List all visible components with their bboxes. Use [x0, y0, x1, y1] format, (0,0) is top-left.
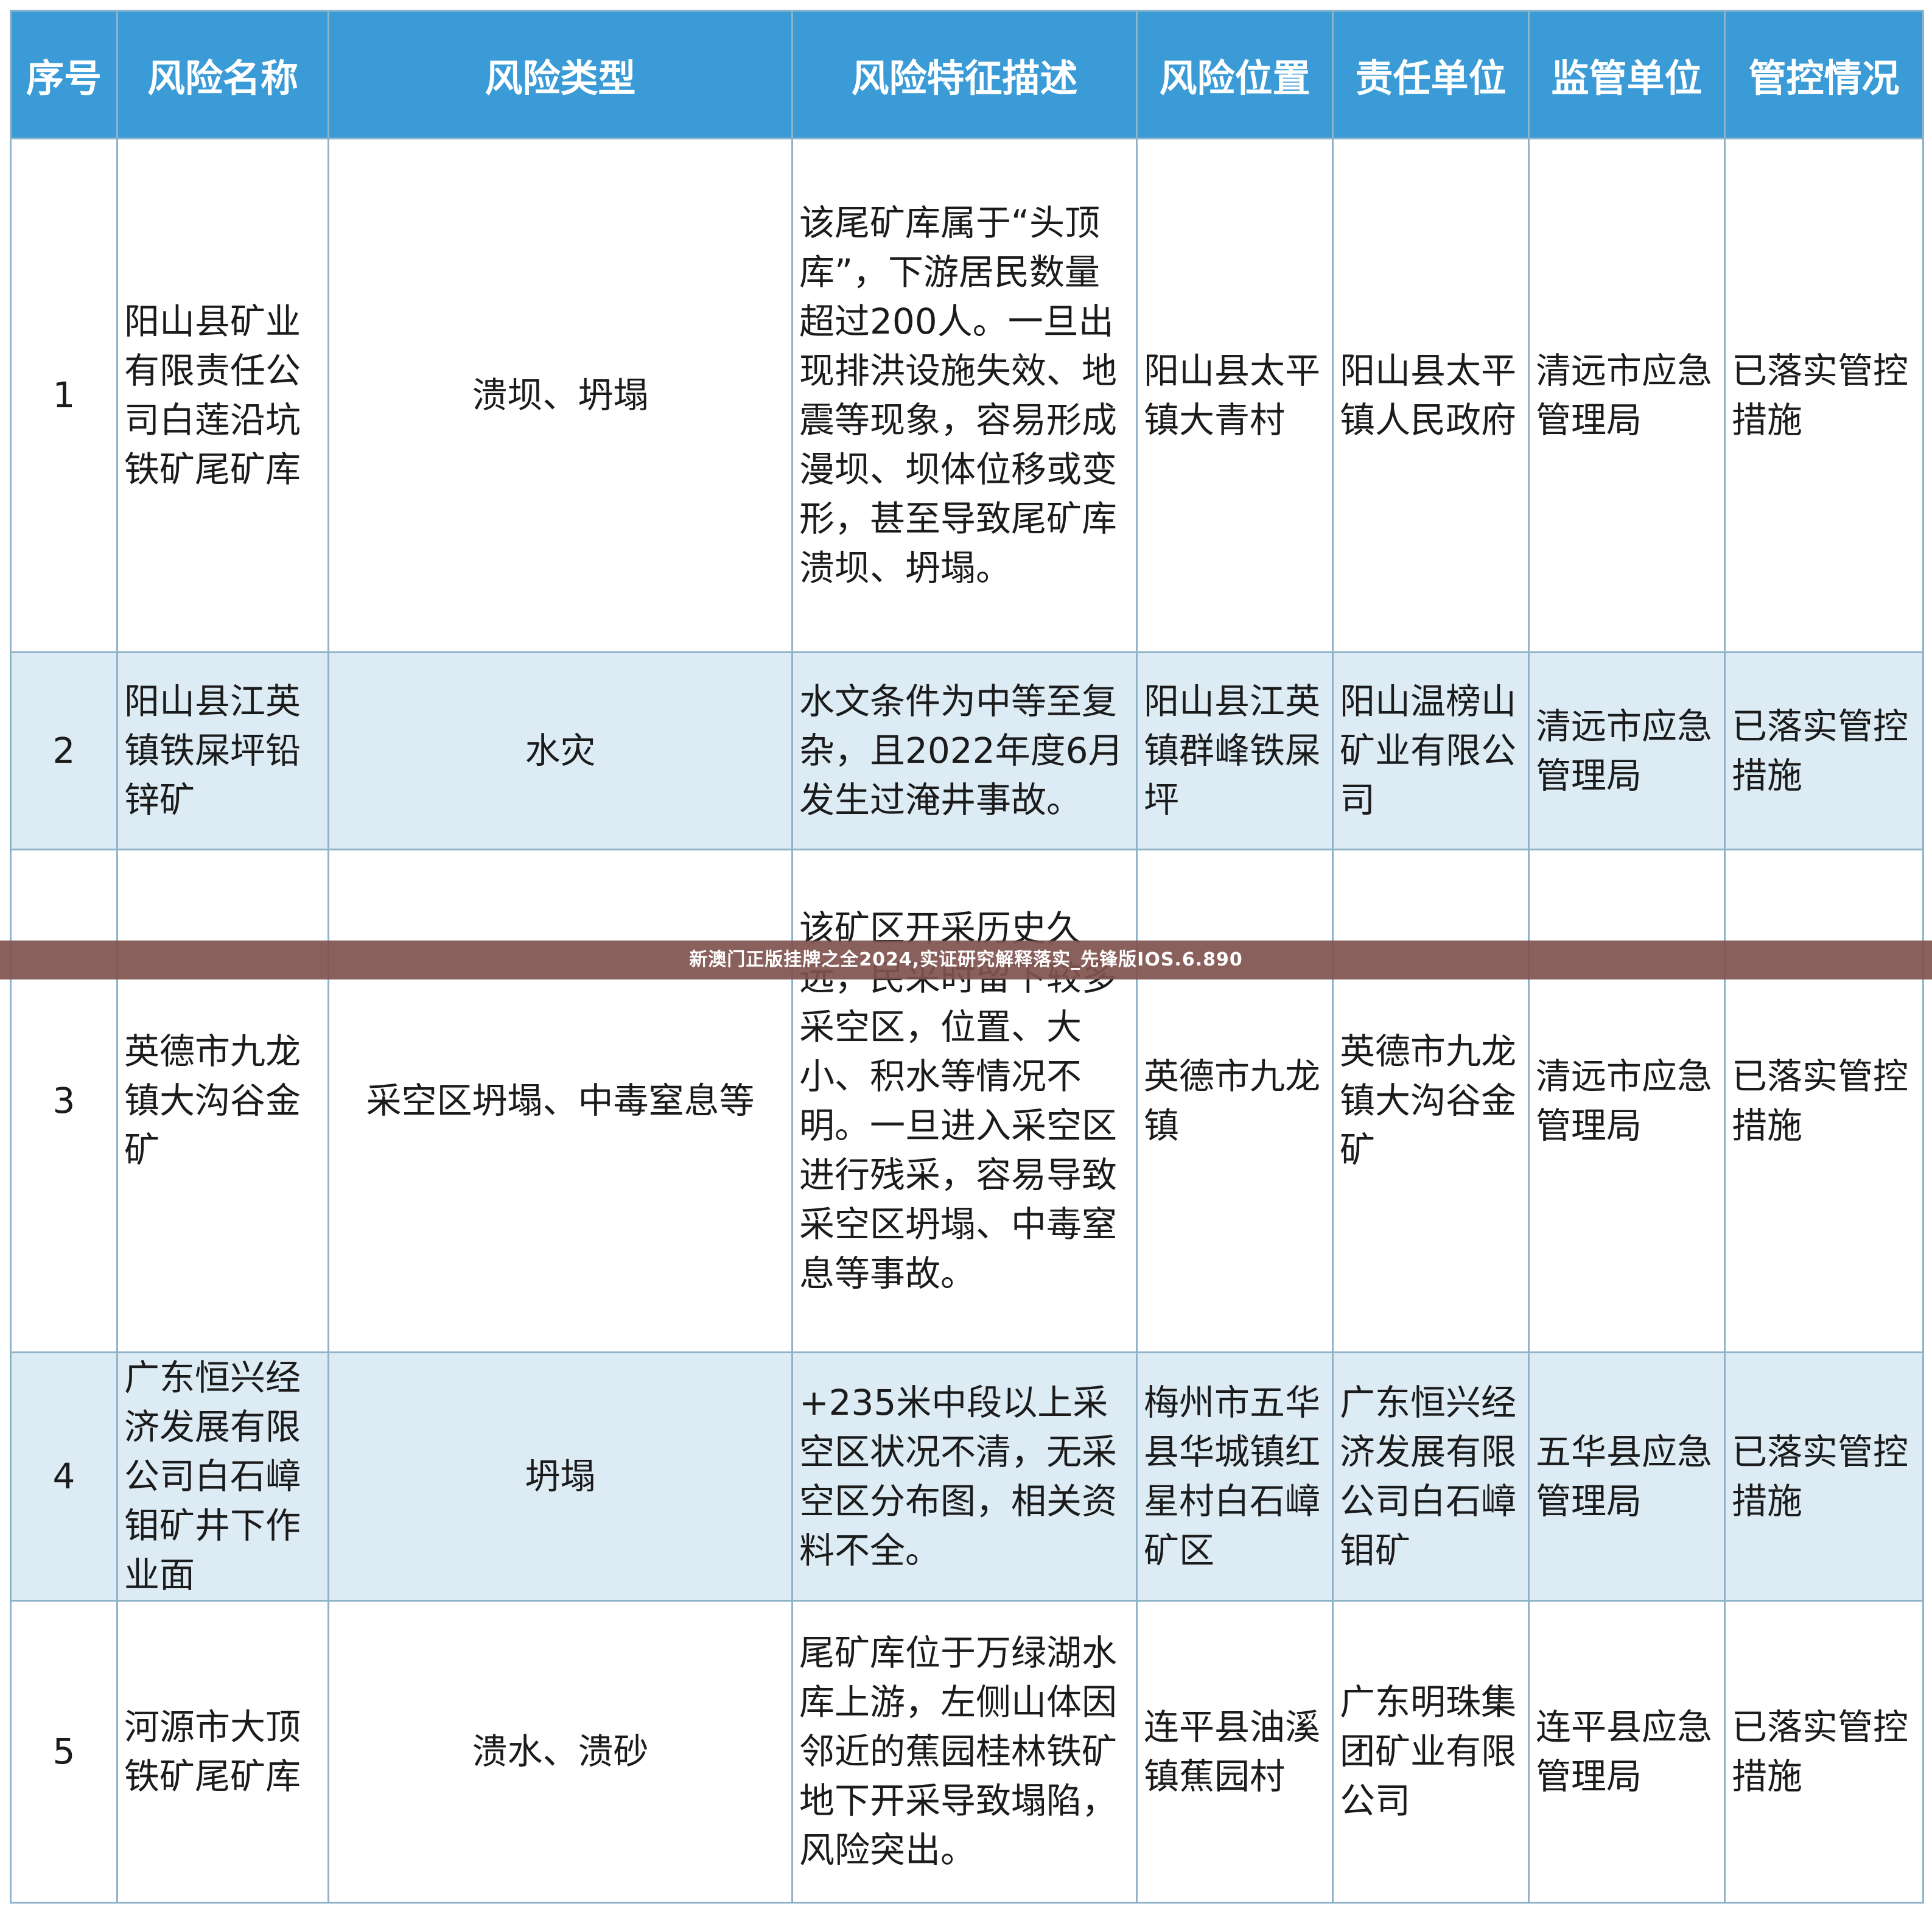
header-name: 风险名称 [116, 10, 329, 139]
header-supervisor: 监管单位 [1528, 10, 1726, 139]
cell-responsible: 广东恒兴经济发展有限公司白石嶂钼矿 [1332, 1351, 1530, 1602]
cell-responsible: 阳山县太平镇人民政府 [1332, 138, 1530, 653]
cell-supervisor: 五华县应急管理局 [1528, 1351, 1726, 1602]
cell-supervisor: 清远市应急管理局 [1528, 138, 1726, 653]
cell-name: 河源市大顶铁矿尾矿库 [116, 1600, 329, 1904]
cell-type: 溃坝、坍塌 [327, 138, 793, 653]
cell-control: 已落实管控措施 [1724, 1600, 1924, 1904]
cell-location: 连平县油溪镇蕉园村 [1136, 1600, 1334, 1904]
page: 序号 风险名称 风险类型 风险特征描述 风险位置 责任单位 监管单位 管控情况 … [0, 0, 1932, 1920]
cell-desc: 水文条件为中等至复杂，且2022年度6月发生过淹井事故。 [791, 651, 1138, 850]
cell-location: 阳山县江英镇群峰铁屎坪 [1136, 651, 1334, 850]
cell-control: 已落实管控措施 [1724, 849, 1924, 1353]
cell-type: 采空区坍塌、中毒窒息等 [327, 849, 793, 1353]
table-row: 3 英德市九龙镇大沟谷金矿 采空区坍塌、中毒窒息等 该矿区开采历史久远，民采时留… [10, 849, 1924, 1353]
cell-responsible: 英德市九龙镇大沟谷金矿 [1332, 849, 1530, 1353]
header-no: 序号 [10, 10, 118, 139]
cell-no: 1 [10, 138, 118, 653]
header-responsible: 责任单位 [1332, 10, 1530, 139]
cell-name: 阳山县江英镇铁屎坪铅锌矿 [116, 651, 329, 850]
cell-control: 已落实管控措施 [1724, 651, 1924, 850]
cell-control: 已落实管控措施 [1724, 1351, 1924, 1602]
cell-supervisor: 清远市应急管理局 [1528, 849, 1726, 1353]
table-row: 1 阳山县矿业有限责任公司白莲沿坑铁矿尾矿库 溃坝、坍塌 该尾矿库属于“头顶库”… [10, 138, 1924, 653]
cell-no: 3 [10, 849, 118, 1353]
table-row: 2 阳山县江英镇铁屎坪铅锌矿 水灾 水文条件为中等至复杂，且2022年度6月发生… [10, 651, 1924, 850]
cell-name: 英德市九龙镇大沟谷金矿 [116, 849, 329, 1353]
cell-name: 广东恒兴经济发展有限公司白石嶂钼矿井下作业面 [116, 1351, 329, 1602]
cell-desc: 该矿区开采历史久远，民采时留下较多采空区，位置、大小、积水等情况不明。一旦进入采… [791, 849, 1138, 1353]
cell-control: 已落实管控措施 [1724, 138, 1924, 653]
cell-type: 坍塌 [327, 1351, 793, 1602]
table-row: 4 广东恒兴经济发展有限公司白石嶂钼矿井下作业面 坍塌 +235米中段以上采空区… [10, 1351, 1924, 1602]
cell-supervisor: 清远市应急管理局 [1528, 651, 1726, 850]
cell-no: 5 [10, 1600, 118, 1904]
cell-location: 梅州市五华县华城镇红星村白石嶂矿区 [1136, 1351, 1334, 1602]
cell-type: 水灾 [327, 651, 793, 850]
cell-location: 英德市九龙镇 [1136, 849, 1334, 1353]
cell-desc: 该尾矿库属于“头顶库”，下游居民数量超过200人。一旦出现排洪设施失效、地震等现… [791, 138, 1138, 653]
cell-no: 4 [10, 1351, 118, 1602]
cell-no: 2 [10, 651, 118, 850]
header-control: 管控情况 [1724, 10, 1924, 139]
watermark-banner: 新澳门正版挂牌之全2024,实证研究解释落实_先锋版IOS.6.890 [0, 941, 1932, 979]
cell-responsible: 广东明珠集团矿业有限公司 [1332, 1600, 1530, 1904]
table-row: 5 河源市大顶铁矿尾矿库 溃水、溃砂 尾矿库位于万绿湖水库上游，左侧山体因邻近的… [10, 1600, 1924, 1904]
cell-responsible: 阳山温榜山矿业有限公司 [1332, 651, 1530, 850]
table-header-row: 序号 风险名称 风险类型 风险特征描述 风险位置 责任单位 监管单位 管控情况 [10, 10, 1924, 139]
header-type: 风险类型 [327, 10, 793, 139]
header-desc: 风险特征描述 [791, 10, 1138, 139]
cell-supervisor: 连平县应急管理局 [1528, 1600, 1726, 1904]
cell-desc: +235米中段以上采空区状况不清，无采空区分布图，相关资料不全。 [791, 1351, 1138, 1602]
cell-desc: 尾矿库位于万绿湖水库上游，左侧山体因邻近的蕉园桂林铁矿地下开采导致塌陷，风险突出… [791, 1600, 1138, 1904]
header-location: 风险位置 [1136, 10, 1334, 139]
cell-location: 阳山县太平镇大青村 [1136, 138, 1334, 653]
cell-name: 阳山县矿业有限责任公司白莲沿坑铁矿尾矿库 [116, 138, 329, 653]
cell-type: 溃水、溃砂 [327, 1600, 793, 1904]
